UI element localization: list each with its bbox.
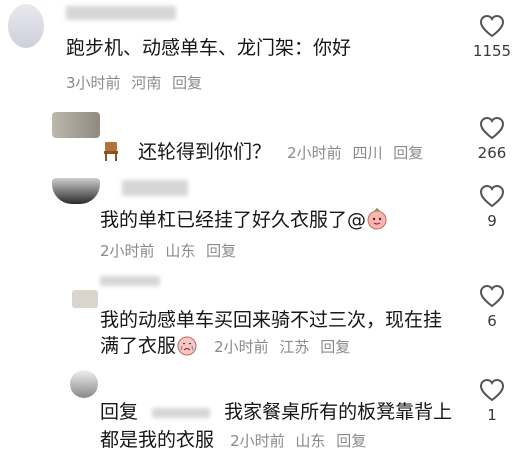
heart-outline-icon	[479, 14, 505, 38]
like-button[interactable]: 9	[468, 184, 516, 230]
like-button[interactable]: 1155	[468, 14, 516, 60]
comment-line-2: 都是我的衣服 2小时前 山东 回复	[100, 426, 372, 455]
comment-location: 四川	[352, 144, 383, 162]
username-blurred[interactable]	[100, 276, 160, 286]
comment-item: 我的单杠已经挂了好久衣服了@ 2小时前 山东 回复 9	[0, 178, 517, 268]
heart-outline-icon	[479, 116, 505, 140]
reply-button[interactable]: 回复	[336, 432, 366, 450]
reply-prefix: 回复	[100, 401, 139, 423]
avatar[interactable]	[8, 4, 44, 48]
comment-text: 还轮得到你们？	[138, 141, 272, 163]
like-button[interactable]: 6	[468, 284, 516, 330]
reply-target-blurred[interactable]	[152, 407, 211, 418]
comment-time: 2小时前	[230, 432, 285, 450]
comment-line: 我的单杠已经挂了好久衣服了@	[100, 206, 388, 234]
comment-meta: 3小时前 河南 回复	[66, 72, 208, 93]
comment-item: 我的动感单车买回来骑不过三次，现在挂 满了衣服 2小时前 江苏 回复 6	[0, 276, 517, 368]
comment-item: 跑步机、动感单车、龙门架：你好 3小时前 河南 回复 1155	[0, 0, 517, 100]
heart-outline-icon	[479, 284, 505, 308]
comment-text: 跑步机、动感单车、龙门架：你好	[66, 37, 352, 59]
comment-time: 2小时前	[287, 144, 342, 162]
like-button[interactable]: 266	[468, 116, 516, 162]
comment-location: 江苏	[279, 338, 310, 356]
comment-location: 山东	[295, 432, 326, 450]
avatar[interactable]	[70, 370, 98, 398]
comment-time: 2小时前	[100, 242, 155, 260]
like-button[interactable]: 1	[468, 378, 516, 424]
crying-face-emoji-icon	[177, 336, 197, 356]
comment-text: 我的单杠已经挂了好久衣服了@	[100, 209, 367, 231]
avatar[interactable]	[72, 290, 98, 308]
comment-location: 山东	[165, 242, 196, 260]
comment-line: 还轮得到你们？ 2小时前 四川 回复	[100, 138, 429, 167]
comment-meta: 2小时前 山东 回复	[100, 240, 242, 261]
reply-button[interactable]: 回复	[320, 338, 350, 356]
comment-text-line-2: 满了衣服	[100, 335, 177, 357]
comment-meta: 2小时前 四川 回复	[287, 144, 429, 162]
chair-emoji-icon	[104, 142, 118, 161]
comment-meta: 2小时前 江苏 回复	[214, 338, 356, 356]
username-blurred[interactable]	[66, 6, 176, 20]
like-count: 266	[477, 144, 507, 162]
reply-button[interactable]: 回复	[172, 74, 202, 92]
comment-time: 3小时前	[66, 74, 121, 92]
comment-text-line-2: 都是我的衣服	[100, 429, 215, 451]
comment-meta: 2小时前 山东 回复	[230, 432, 372, 450]
heart-outline-icon	[479, 184, 505, 208]
avatar[interactable]	[52, 112, 100, 138]
reply-button[interactable]: 回复	[206, 242, 236, 260]
comment-item: 回复 我家餐桌所有的板凳靠背上 都是我的衣服 2小时前 山东 回复 1	[0, 370, 517, 456]
comment-line-1: 回复 我家餐桌所有的板凳靠背上	[100, 398, 452, 426]
like-count: 9	[487, 212, 497, 230]
pink-face-emoji-icon	[367, 208, 387, 230]
like-count: 6	[487, 312, 497, 330]
reply-button[interactable]: 回复	[393, 144, 423, 162]
avatar[interactable]	[52, 178, 100, 204]
comment-line-2: 满了衣服 2小时前 江苏 回复	[100, 332, 356, 361]
like-count: 1155	[472, 42, 512, 60]
comment-location: 河南	[131, 74, 162, 92]
comment-time: 2小时前	[214, 338, 269, 356]
like-count: 1	[487, 406, 497, 424]
comment-text-line-1: 我的动感单车买回来骑不过三次，现在挂	[100, 309, 443, 331]
username-blurred[interactable]	[122, 180, 188, 196]
comment-text-line-1: 我家餐桌所有的板凳靠背上	[224, 401, 453, 423]
heart-outline-icon	[479, 378, 505, 402]
comment-item: 还轮得到你们？ 2小时前 四川 回复 266	[0, 108, 517, 178]
